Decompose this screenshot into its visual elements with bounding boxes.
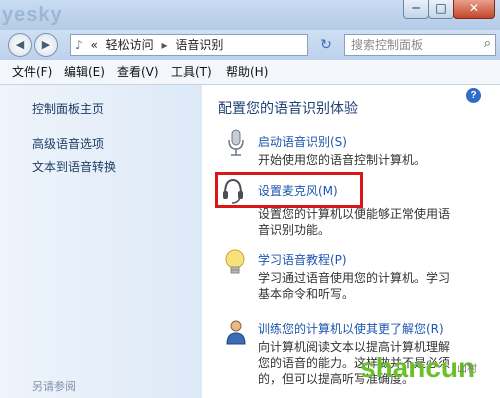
task-train-computer[interactable]: 训练您的计算机以使其更了解您(R)	[258, 320, 444, 337]
task-speech-tutorial[interactable]: 学习语音教程(P)	[258, 251, 347, 268]
refresh-icon[interactable]: ↻	[316, 35, 336, 55]
menu-help[interactable]: 帮助(H)	[226, 60, 268, 84]
microphone-icon	[228, 129, 244, 156]
page-title: 配置您的语音识别体验	[218, 101, 358, 117]
menu-tools[interactable]: 工具(T)	[171, 60, 212, 84]
search-icon[interactable]: ⌕	[484, 36, 491, 51]
breadcrumb-ease-of-access[interactable]: 轻松访问	[106, 35, 154, 55]
menu-edit[interactable]: 编辑(E)	[64, 60, 105, 84]
close-button[interactable]: ✕	[453, 0, 495, 19]
menu-file[interactable]: 文件(F)	[12, 60, 52, 84]
sidebar-link-text-to-speech[interactable]: 文本到语音转换	[32, 158, 116, 175]
task-desc-tutorial: 学习通过语音使用您的计算机。学习基本命令和听写。	[258, 271, 451, 301]
back-button[interactable]: ◀	[8, 33, 32, 57]
sidebar-see-also: 另请参阅	[32, 380, 76, 393]
title-bar: yesky ─ □ ✕	[0, 0, 500, 30]
path-prefix[interactable]: «	[91, 35, 98, 55]
task-desc-microphone: 设置您的计算机以便能够正常使用语音识别功能。	[258, 207, 451, 237]
lightbulb-icon	[225, 249, 245, 274]
highlight-box	[215, 172, 363, 208]
address-bar: ◀ ▶ ♪ « 轻松访问 ▸ 语音识别 ↻ 搜索控制面板 ⌕	[0, 30, 500, 60]
search-placeholder: 搜索控制面板	[351, 38, 424, 52]
sidebar-link-advanced-speech[interactable]: 高级语音选项	[32, 135, 104, 152]
address-field[interactable]: ♪ « 轻松访问 ▸ 语音识别	[70, 34, 308, 56]
task-desc-start: 开始使用您的语音控制计算机。	[258, 153, 427, 167]
search-box[interactable]: 搜索控制面板 ⌕	[344, 34, 496, 56]
task-start-speech-recognition[interactable]: 启动语音识别(S)	[258, 133, 347, 150]
mic-address-icon: ♪	[75, 38, 83, 52]
user-training-icon	[226, 320, 246, 345]
sidebar	[0, 85, 202, 398]
minimize-button[interactable]: ─	[403, 0, 429, 19]
menu-bar: 文件(F) 编辑(E) 查看(V) 工具(T) 帮助(H)	[0, 60, 500, 85]
sidebar-link-control-panel-home[interactable]: 控制面板主页	[32, 100, 104, 117]
menu-view[interactable]: 查看(V)	[117, 60, 159, 84]
brand-sub: 山村	[457, 364, 477, 375]
help-icon[interactable]: ?	[466, 88, 481, 103]
breadcrumb-separator[interactable]: ▸	[162, 35, 168, 55]
watermark: yesky	[2, 4, 63, 26]
forward-button[interactable]: ▶	[34, 33, 58, 57]
maximize-button[interactable]: □	[428, 0, 454, 19]
breadcrumb-speech-recognition[interactable]: 语音识别	[175, 35, 223, 55]
